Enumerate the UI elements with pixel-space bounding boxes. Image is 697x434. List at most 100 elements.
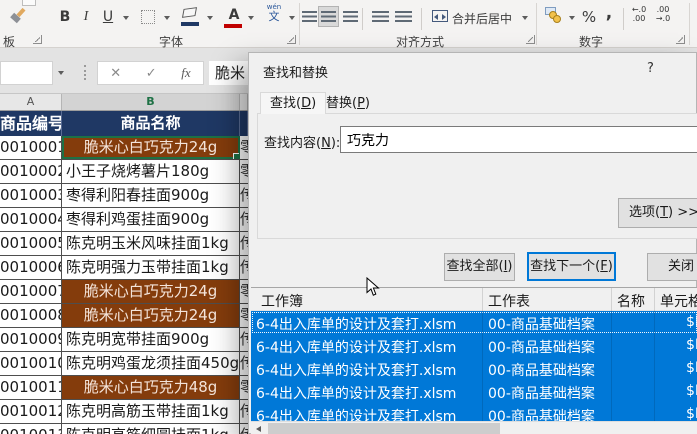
help-button[interactable]: ? bbox=[647, 61, 654, 76]
product-code-cell[interactable]: 0010002 bbox=[0, 160, 62, 183]
scrollbar-thumb[interactable] bbox=[268, 423, 500, 434]
product-code-cell[interactable]: 0010009 bbox=[0, 328, 62, 351]
table-row[interactable]: 0010012 陈克明高筋玉带挂面1kg 传 bbox=[0, 400, 248, 424]
product-name-cell-highlighted[interactable]: 脆米心白巧克力48g bbox=[62, 376, 240, 399]
header-product-name[interactable]: 商品名称 bbox=[62, 111, 240, 136]
fill-color-dropdown-icon[interactable] bbox=[207, 16, 213, 20]
product-name-cell[interactable]: 陈克明宽带挂面900g bbox=[62, 328, 240, 351]
merge-center-dropdown-icon[interactable] bbox=[522, 16, 528, 20]
product-name-cell-highlighted[interactable]: 脆米心白巧克力24g bbox=[62, 280, 240, 303]
phonetic-dropdown-icon[interactable] bbox=[289, 16, 295, 20]
find-what-input[interactable] bbox=[340, 126, 697, 153]
result-row-selected[interactable]: 6-4出入库单的设计及套打.xlsm 00-商品基础档案 $B bbox=[251, 311, 697, 334]
results-header-cell[interactable]: 单元格 bbox=[660, 291, 697, 311]
align-right-icon[interactable] bbox=[343, 11, 358, 22]
product-name-cell[interactable]: 陈克明鸡蛋龙须挂面450g bbox=[62, 352, 240, 375]
product-code-cell[interactable]: 0010006 bbox=[0, 256, 62, 279]
find-next-button-default[interactable]: 查找下一个(F) bbox=[527, 252, 616, 281]
dialog-launcher-icon[interactable] bbox=[676, 35, 685, 44]
product-code-cell[interactable]: 0010004 bbox=[0, 208, 62, 231]
product-code-cell[interactable]: 0010005 bbox=[0, 232, 62, 255]
table-row[interactable]: 0010008 脆米心白巧克力24g 零 bbox=[0, 304, 248, 328]
tab-replace[interactable]: 替换(P) bbox=[317, 94, 379, 114]
table-row[interactable]: 0010004 枣得利鸡蛋挂面900g 传 bbox=[0, 208, 248, 232]
enter-check-icon[interactable]: ✓ bbox=[146, 66, 157, 81]
borders-icon[interactable] bbox=[141, 10, 155, 24]
dialog-launcher-icon[interactable] bbox=[33, 35, 42, 44]
results-header-worksheet[interactable]: 工作表 bbox=[488, 291, 530, 311]
table-row[interactable]: 0010001 脆米心白巧克力24g 零 bbox=[0, 136, 248, 160]
product-code-cell[interactable]: 0010010 bbox=[0, 352, 62, 375]
comma-style-button[interactable]: , bbox=[602, 3, 616, 23]
decrease-indent-icon[interactable] bbox=[372, 11, 389, 22]
table-row[interactable]: 0010002 小王子烧烤薯片180g 零 bbox=[0, 160, 248, 184]
bold-button[interactable]: B bbox=[57, 7, 73, 27]
product-name-cell-active-found[interactable]: 脆米心白巧克力24g bbox=[62, 136, 240, 159]
increase-decimal-button[interactable]: ←.0 .00 bbox=[628, 5, 650, 23]
options-button[interactable]: 选项(T) >> bbox=[618, 198, 697, 228]
percent-style-button[interactable]: % bbox=[580, 7, 598, 27]
accounting-dropdown-icon[interactable] bbox=[569, 16, 575, 20]
table-row[interactable]: 0010013 陈克明高筋细圆挂面1kg 传 bbox=[0, 424, 248, 434]
results-header-name[interactable]: 名称 bbox=[617, 291, 645, 311]
table-row[interactable]: 0010010 陈克明鸡蛋龙须挂面450g 传 bbox=[0, 352, 248, 376]
product-code-cell[interactable]: 0010011 bbox=[0, 376, 62, 399]
table-row[interactable]: 0010011 脆米心白巧克力48g 零 bbox=[0, 376, 248, 400]
tab-find[interactable]: 查找(D) bbox=[260, 92, 326, 114]
product-code-cell[interactable]: 0010008 bbox=[0, 304, 62, 327]
merge-center-icon[interactable] bbox=[432, 10, 448, 22]
underline-dropdown-icon[interactable] bbox=[123, 16, 129, 20]
product-code-cell[interactable]: 0010012 bbox=[0, 400, 62, 423]
close-button[interactable]: 关闭 bbox=[647, 253, 697, 281]
column-header-a[interactable]: A bbox=[0, 94, 62, 110]
name-box-dropdown-icon[interactable] bbox=[58, 71, 64, 75]
result-row-selected[interactable]: 6-4出入库单的设计及套打.xlsm 00-商品基础档案 $B bbox=[251, 380, 697, 403]
insert-function-icon[interactable]: fx bbox=[181, 65, 190, 81]
table-row[interactable]: 0010009 陈克明宽带挂面900g 传 bbox=[0, 328, 248, 352]
scroll-left-arrow-icon[interactable] bbox=[256, 426, 261, 432]
result-row-selected[interactable]: 6-4出入库单的设计及套打.xlsm 00-商品基础档案 $B bbox=[251, 357, 697, 380]
table-row[interactable]: 0010007 脆米心白巧克力24g 零 bbox=[0, 280, 248, 304]
align-center-icon[interactable] bbox=[321, 11, 336, 22]
borders-dropdown-icon[interactable] bbox=[164, 16, 170, 20]
phonetic-guide-button[interactable]: wén 文 bbox=[262, 3, 286, 23]
product-code-cell[interactable]: 0010003 bbox=[0, 184, 62, 207]
product-code-cell[interactable]: 0010007 bbox=[0, 280, 62, 303]
product-name-cell[interactable]: 陈克明高筋细圆挂面1kg bbox=[62, 424, 240, 434]
product-name-cell[interactable]: 陈克明玉米风味挂面1kg bbox=[62, 232, 240, 255]
merge-center-label[interactable]: 合并后居中 bbox=[452, 10, 512, 27]
font-color-button[interactable]: A bbox=[226, 5, 242, 25]
horizontal-scrollbar[interactable] bbox=[251, 421, 697, 434]
fill-color-icon[interactable] bbox=[182, 7, 197, 18]
product-name-cell[interactable]: 陈克明高筋玉带挂面1kg bbox=[62, 400, 240, 423]
font-color-dropdown-icon[interactable] bbox=[248, 16, 254, 20]
product-name-cell[interactable]: 枣得利阳春挂面900g bbox=[62, 184, 240, 207]
underline-button[interactable]: U bbox=[100, 7, 116, 27]
decrease-decimal-button[interactable]: .00 →.0 bbox=[652, 5, 674, 23]
result-row-selected[interactable]: 6-4出入库单的设计及套打.xlsm 00-商品基础档案 $B bbox=[251, 334, 697, 357]
ribbon: B I U A wén 文 合并后居中 % , ←.0 .00 .00 →.0 bbox=[0, 0, 697, 48]
product-name-cell[interactable]: 枣得利鸡蛋挂面900g bbox=[62, 208, 240, 231]
italic-button[interactable]: I bbox=[79, 7, 93, 27]
product-name-cell[interactable]: 小王子烧烤薯片180g bbox=[62, 160, 240, 183]
product-name-cell-highlighted[interactable]: 脆米心白巧克力24g bbox=[62, 304, 240, 327]
increase-indent-icon[interactable] bbox=[395, 11, 412, 22]
find-all-button[interactable]: 查找全部(I) bbox=[444, 253, 515, 281]
product-code-cell[interactable]: 0010001 bbox=[0, 136, 62, 159]
table-row[interactable]: 0010006 陈克明强力玉带挂面1kg 传 bbox=[0, 256, 248, 280]
column-header-c[interactable] bbox=[240, 94, 248, 110]
table-row[interactable]: 0010003 枣得利阳春挂面900g 传 bbox=[0, 184, 248, 208]
product-code-cell[interactable]: 0010013 bbox=[0, 424, 62, 434]
cancel-icon[interactable]: ✕ bbox=[110, 66, 121, 81]
dialog-launcher-icon[interactable] bbox=[526, 35, 535, 44]
column-header-b[interactable]: B bbox=[62, 94, 240, 110]
table-row[interactable]: 0010005 陈克明玉米风味挂面1kg 传 bbox=[0, 232, 248, 256]
header-product-code[interactable]: 商品编号 bbox=[0, 111, 62, 136]
paste-icon[interactable] bbox=[22, 0, 36, 6]
results-header-workbook[interactable]: 工作簿 bbox=[261, 291, 303, 311]
align-left-icon[interactable] bbox=[302, 11, 317, 22]
dialog-launcher-icon[interactable] bbox=[287, 35, 296, 44]
product-name-cell[interactable]: 陈克明强力玉带挂面1kg bbox=[62, 256, 240, 279]
fill-color-bar bbox=[181, 22, 199, 26]
name-box[interactable] bbox=[0, 61, 53, 85]
